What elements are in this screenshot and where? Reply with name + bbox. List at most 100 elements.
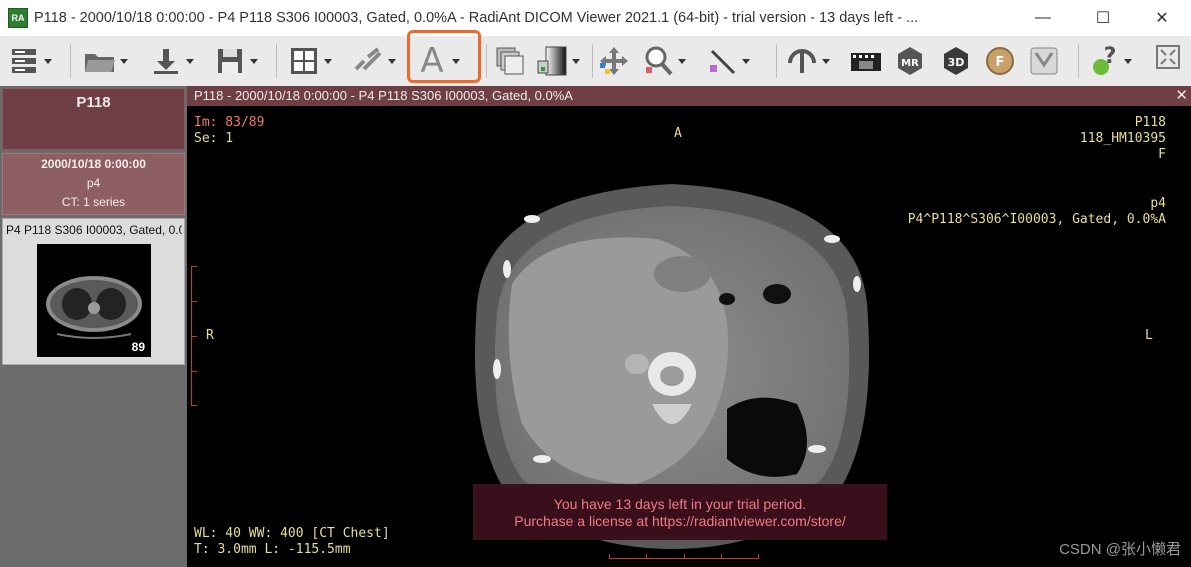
download-button[interactable] — [148, 42, 196, 80]
zoom-icon — [640, 43, 676, 79]
series-image-count: 89 — [131, 340, 145, 354]
reset-button[interactable] — [784, 42, 832, 80]
link-icon — [350, 43, 386, 79]
link-dropdown[interactable] — [386, 43, 398, 79]
patient-name: P118 — [76, 94, 111, 111]
separator — [1078, 44, 1079, 78]
study-description: p4 — [86, 176, 101, 190]
toolbar: A MR 3D F ? — [0, 36, 1191, 87]
save-button[interactable] — [212, 42, 260, 80]
trial-notice: You have 13 days left in your trial peri… — [473, 484, 887, 540]
layout-button[interactable] — [286, 42, 334, 80]
help-icon: ? — [1086, 43, 1122, 79]
series-stack-button[interactable] — [492, 42, 528, 80]
mpr-icon: MR — [892, 43, 928, 79]
viewport-close-icon[interactable]: ✕ — [1175, 86, 1188, 106]
window-level-button[interactable] — [534, 42, 582, 80]
save-icon — [212, 43, 248, 79]
reset-dropdown[interactable] — [820, 43, 832, 79]
cine-icon — [848, 43, 884, 79]
fusion-button[interactable]: F — [982, 42, 1018, 80]
patient-id: P118 — [1134, 115, 1166, 130]
orientation-left: R — [206, 328, 214, 343]
flip-button[interactable] — [1026, 42, 1062, 80]
save-dropdown[interactable] — [248, 43, 260, 79]
open-dropdown[interactable] — [118, 43, 130, 79]
database-icon — [6, 43, 42, 79]
slice-thickness-overlay: T: 3.0mm L: -115.5mm — [194, 542, 351, 557]
window-level-icon — [534, 43, 570, 79]
3d-icon: 3D — [938, 43, 974, 79]
fusion-icon: F — [982, 43, 1018, 79]
orientation-right: L — [1145, 328, 1153, 343]
flip-icon — [1026, 43, 1062, 79]
study-desc-overlay: p4 — [1150, 196, 1166, 211]
window-level-dropdown[interactable] — [570, 43, 582, 79]
minimize-button[interactable]: — — [1015, 0, 1071, 36]
image-viewport[interactable]: Im: 83/89 Se: 1 A R L P118 118_HM10395 F… — [187, 106, 1191, 567]
mpr-button[interactable]: MR — [892, 42, 928, 80]
svg-text:MR: MR — [901, 58, 919, 69]
series-item[interactable]: P4 P118 S306 I00003, Gated, 0.0%A 89 — [2, 218, 185, 365]
patient-item[interactable]: P118 — [2, 88, 185, 150]
vertical-scale — [191, 266, 197, 406]
zoom-button[interactable] — [640, 42, 688, 80]
series-desc-overlay: P4^P118^S306^I00003, Gated, 0.0%A — [907, 212, 1166, 227]
study-item[interactable]: 2000/10/18 0:00:00 p4 CT: 1 series — [2, 153, 185, 215]
zoom-dropdown[interactable] — [676, 43, 688, 79]
measure-dropdown[interactable] — [740, 43, 752, 79]
separator — [776, 44, 777, 78]
separator — [276, 44, 277, 78]
trial-notice-line1: You have 13 days left in your trial peri… — [553, 496, 807, 512]
open-folder-icon — [82, 43, 118, 79]
app-icon: RA — [8, 8, 28, 28]
measure-button[interactable] — [704, 42, 752, 80]
separator — [486, 44, 487, 78]
study-series-count: CT: 1 series — [61, 195, 126, 209]
series-number: Se: 1 — [194, 131, 234, 146]
pan-button[interactable] — [596, 42, 632, 80]
help-button[interactable]: ? — [1086, 42, 1134, 80]
trial-notice-line2: Purchase a license at https://radiantvie… — [514, 513, 846, 529]
download-dropdown[interactable] — [184, 43, 196, 79]
separator — [70, 44, 71, 78]
help-dropdown[interactable] — [1122, 43, 1134, 79]
database-button[interactable] — [6, 42, 54, 80]
patient-sex: F — [1158, 147, 1166, 162]
database-dropdown[interactable] — [42, 43, 54, 79]
3d-button[interactable]: 3D — [938, 42, 974, 80]
reset-icon — [784, 43, 820, 79]
study-browser-panel: P118 2000/10/18 0:00:00 p4 CT: 1 series … — [0, 86, 187, 567]
watermark: CSDN @张小懒君 — [1059, 541, 1181, 558]
layout-grid-icon — [286, 43, 322, 79]
series-stack-icon — [492, 43, 528, 79]
window-title: P118 - 2000/10/18 0:00:00 - P4 P118 S306… — [34, 10, 919, 26]
pan-icon — [596, 43, 632, 79]
layout-dropdown[interactable] — [322, 43, 334, 79]
svg-text:3D: 3D — [948, 56, 965, 69]
link-button[interactable] — [350, 42, 398, 80]
viewport-title: P118 - 2000/10/18 0:00:00 - P4 P118 S306… — [194, 88, 573, 103]
measure-icon — [704, 43, 740, 79]
annotation-highlight-frame — [407, 30, 481, 83]
maximize-button[interactable]: ☐ — [1075, 0, 1131, 36]
horizontal-scale — [609, 552, 759, 559]
cine-button[interactable] — [848, 42, 884, 80]
orientation-top: A — [674, 126, 682, 141]
window-level-overlay: WL: 40 WW: 400 [CT Chest] — [194, 526, 390, 541]
study-date: 2000/10/18 0:00:00 — [41, 157, 146, 171]
fullscreen-button[interactable] — [1150, 38, 1186, 76]
close-button[interactable]: ✕ — [1134, 0, 1190, 36]
title-bar: RA P118 - 2000/10/18 0:00:00 - P4 P118 S… — [0, 0, 1191, 36]
fullscreen-icon — [1150, 39, 1186, 75]
svg-text:F: F — [996, 55, 1005, 70]
viewport-header: P118 - 2000/10/18 0:00:00 - P4 P118 S306… — [187, 86, 1191, 106]
series-thumbnail[interactable]: 89 — [37, 244, 151, 357]
series-label: P4 P118 S306 I00003, Gated, 0.0%A — [6, 223, 182, 237]
download-icon — [148, 43, 184, 79]
svg-text:?: ? — [1104, 45, 1117, 69]
accession-number: 118_HM10395 — [1079, 131, 1166, 146]
open-button[interactable] — [82, 42, 130, 80]
separator — [592, 44, 593, 78]
image-index: Im: 83/89 — [194, 115, 265, 130]
